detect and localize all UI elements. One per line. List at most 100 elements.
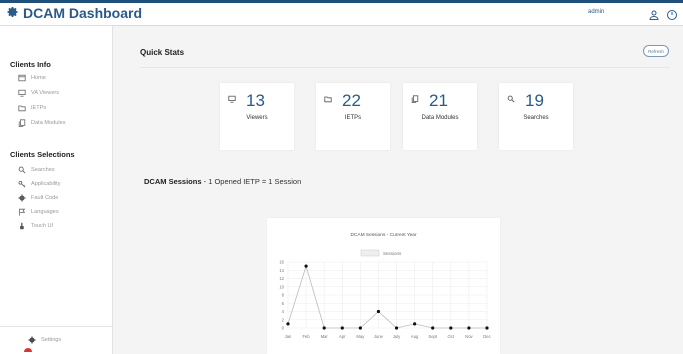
stat-value: 22 <box>342 91 361 110</box>
sessions-title: DCAM Sessions <box>144 177 202 186</box>
stat-card-data-modules[interactable]: 21 Data Modules <box>403 83 477 150</box>
y-tick-label: 4 <box>282 309 285 314</box>
sidebar-item-touch-ui[interactable]: Touch UI <box>18 221 53 231</box>
sidebar-item-languages[interactable]: Languages <box>18 207 59 217</box>
section-divider <box>140 67 670 68</box>
search-icon <box>18 166 26 174</box>
x-tick-label: Aug <box>411 334 419 339</box>
y-tick-label: 12 <box>279 276 284 281</box>
y-tick-label: 8 <box>282 293 285 298</box>
data-point <box>304 264 308 268</box>
chart-title: DCAM Sessions - Current Year <box>350 232 417 238</box>
x-tick-label: Mar <box>321 334 329 339</box>
x-tick-label: Feb <box>302 334 310 339</box>
sessions-chart: DCAM Sessions - Current Year Sessions 0 2 4 6… <box>267 218 500 354</box>
sidebar-item-applicability[interactable]: Applicability <box>18 179 61 189</box>
files-icon <box>18 119 26 127</box>
monitor-icon <box>18 89 26 97</box>
sessions-line-chart: DCAM Sessions - Current Year Sessions 0 2 4 6… <box>279 232 490 339</box>
y-tick-label: 6 <box>282 301 285 306</box>
user-name[interactable]: admin <box>588 9 604 15</box>
hand-icon <box>18 222 26 230</box>
quick-stats-title: Quick Stats <box>140 48 185 57</box>
data-point <box>413 322 417 326</box>
sidebar-item-label: Settings <box>41 337 62 343</box>
gear-icon <box>28 336 36 344</box>
sidebar-item-va-viewers[interactable]: VA Viewers <box>18 88 59 98</box>
data-point <box>394 326 399 330</box>
sidebar-item-ietps[interactable]: IETPs <box>18 103 46 113</box>
status-indicator <box>24 348 32 352</box>
stat-label: Searches <box>523 115 549 121</box>
x-tick-label: July <box>393 334 401 339</box>
sidebar-item-label: Data Modules <box>31 120 66 126</box>
data-point <box>376 309 381 314</box>
main-content: Quick Stats Refresh 13 Viewers 22 IETPs … <box>114 26 683 354</box>
x-tick-label: Dec <box>483 334 490 339</box>
stat-value: 19 <box>525 91 544 110</box>
sidebar-item-label: Searches <box>31 167 55 173</box>
stat-value: 13 <box>246 91 265 110</box>
section-clients-selections: Clients Selections <box>10 150 75 159</box>
sidebar: Clients Info Home VA Viewers IETPs Data … <box>0 26 113 354</box>
sidebar-item-label: Languages <box>31 209 59 215</box>
stat-label: Viewers <box>246 115 268 121</box>
data-point <box>431 326 435 330</box>
x-tick-label: Jan <box>285 334 292 339</box>
refresh-button[interactable]: Refresh <box>643 45 669 57</box>
y-tick-label: 14 <box>279 268 284 273</box>
x-tick-label: Apr <box>339 334 346 339</box>
files-icon <box>411 90 419 103</box>
folder-icon <box>18 104 26 112</box>
sidebar-item-home[interactable]: Home <box>18 73 46 83</box>
user-icon[interactable] <box>648 8 660 20</box>
sessions-subtitle: - 1 Opened IETP = 1 Session <box>203 177 302 186</box>
folder-icon <box>324 90 332 103</box>
sessions-heading: DCAM Sessions - 1 Opened IETP = 1 Sessio… <box>144 177 301 186</box>
sidebar-item-settings[interactable]: Settings <box>28 335 61 345</box>
sidebar-item-label: Fault Code <box>31 195 59 201</box>
legend-swatch <box>360 249 380 257</box>
top-bar: DCAM Dashboard admin <box>0 0 683 26</box>
flag-icon <box>18 208 26 216</box>
sidebar-item-label: VA Viewers <box>31 90 60 96</box>
sidebar-item-label: Home <box>31 75 46 81</box>
data-point <box>449 326 453 330</box>
y-tick-label: 16 <box>279 260 284 265</box>
stat-card-ietps[interactable]: 22 IETPs <box>316 83 390 150</box>
sidebar-item-label: Touch UI <box>31 223 54 229</box>
x-tick-label: June <box>374 334 384 339</box>
sidebar-item-searches[interactable]: Searches <box>18 165 55 175</box>
y-tick-label: 2 <box>282 317 285 322</box>
sidebar-item-data-modules[interactable]: Data Modules <box>18 118 66 128</box>
x-tick-label: Sept <box>428 334 437 339</box>
home-icon <box>18 74 26 82</box>
sidebar-item-label: Applicability <box>31 181 61 187</box>
app-title: DCAM Dashboard <box>23 5 143 21</box>
data-point <box>467 326 471 330</box>
search-icon <box>507 90 515 103</box>
stat-label: Data Modules <box>421 115 459 121</box>
app-brand[interactable]: DCAM Dashboard <box>7 5 142 21</box>
x-tick-label: Oct <box>448 334 455 339</box>
stat-card-searches[interactable]: 19 Searches <box>499 83 573 150</box>
data-point <box>358 326 362 330</box>
stat-label: IETPs <box>344 115 362 121</box>
data-point <box>340 326 344 330</box>
legend-label: Sessions <box>383 251 402 256</box>
x-tick-label: May <box>356 334 365 339</box>
power-icon[interactable] <box>666 8 678 20</box>
section-clients-info: Clients Info <box>10 60 51 69</box>
stat-value: 21 <box>429 91 448 110</box>
key-icon <box>18 180 26 188</box>
monitor-icon <box>228 90 236 103</box>
stat-card-viewers[interactable]: 13 Viewers <box>220 83 294 150</box>
gear-icon <box>18 194 26 202</box>
sidebar-item-label: IETPs <box>31 105 47 111</box>
sidebar-item-fault-code[interactable]: Fault Code <box>18 193 58 203</box>
data-point <box>322 326 326 330</box>
sidebar-divider <box>0 326 112 327</box>
data-point <box>286 322 290 326</box>
y-tick-label: 0 <box>282 326 285 331</box>
series-line <box>287 264 487 329</box>
